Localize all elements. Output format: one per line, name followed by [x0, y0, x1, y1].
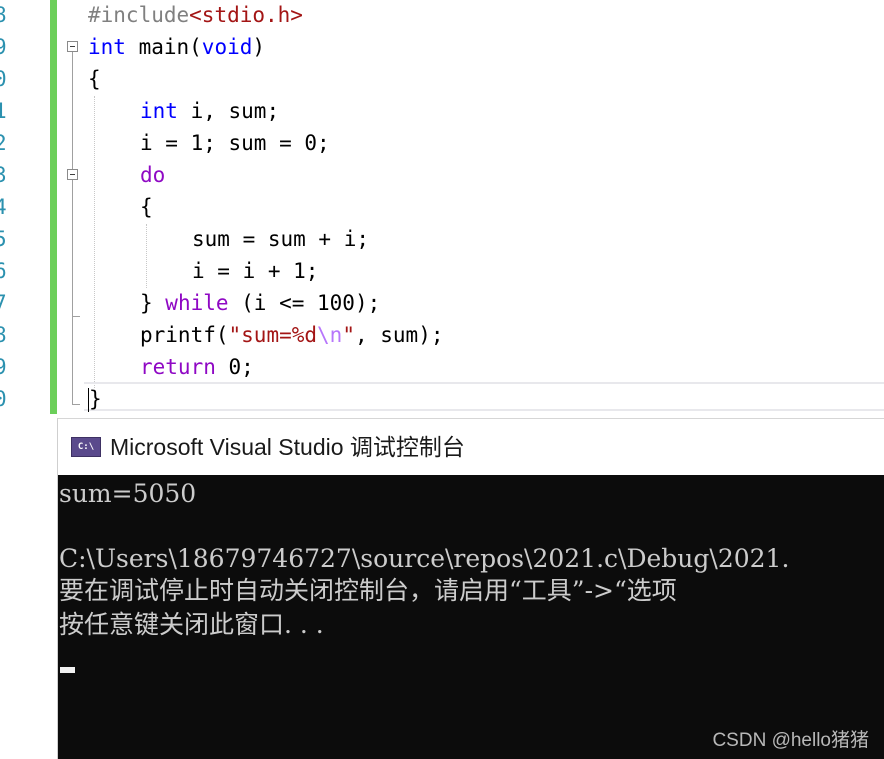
- line-number: 0: [0, 387, 7, 411]
- string-literal: ": [342, 323, 355, 347]
- console-output-line: 按任意键关闭此窗口. . .: [59, 610, 324, 639]
- console-title-bar[interactable]: C:\ Microsoft Visual Studio 调试控制台: [58, 418, 884, 475]
- line-number: 8: [0, 3, 7, 27]
- code-text: i = i + 1;: [192, 259, 319, 283]
- collapse-main-icon[interactable]: [67, 41, 78, 52]
- line-number: 2: [0, 131, 7, 155]
- keyword-int: int: [88, 35, 126, 59]
- code-line-declaration[interactable]: int i, sum;: [140, 95, 279, 127]
- string-literal: "sum=%d: [228, 323, 318, 347]
- keyword-int: int: [140, 99, 178, 123]
- console-app-icon: C:\: [71, 437, 101, 457]
- line-number: 3: [0, 163, 7, 187]
- code-line-open-brace[interactable]: {: [88, 63, 101, 95]
- watermark: CSDN @hello猪猪: [712, 730, 869, 751]
- code-line-init[interactable]: i = 1; sum = 0;: [140, 127, 330, 159]
- code-line-printf[interactable]: printf("sum=%d\n", sum);: [140, 319, 444, 351]
- console-output[interactable]: sum=5050 C:\Users\18679746727\source\rep…: [58, 475, 884, 759]
- console-output-line: sum=5050: [59, 479, 197, 508]
- line-number: 4: [0, 195, 7, 219]
- fold-end-do: [72, 316, 80, 317]
- code-text: i = 1; sum = 0;: [140, 131, 330, 155]
- console-window-title: Microsoft Visual Studio 调试控制台: [110, 434, 465, 460]
- code-text: sum = sum + i;: [192, 227, 370, 251]
- code-line-do-open-brace[interactable]: {: [140, 191, 153, 223]
- screenshot-root: 8 9 0 1 2 3 4 5 6 7 8 9 0 #include<stdio…: [0, 0, 884, 759]
- function-call: printf(: [140, 323, 229, 347]
- code-line-return[interactable]: return 0;: [140, 351, 254, 383]
- code-line-main-signature[interactable]: int main(void): [88, 31, 265, 63]
- keyword-return: return: [140, 355, 216, 379]
- indent-guide: [94, 96, 95, 388]
- keyword-while: while: [165, 291, 229, 315]
- code-editor[interactable]: 8 9 0 1 2 3 4 5 6 7 8 9 0 #include<stdio…: [0, 0, 884, 416]
- escape-sequence: \n: [317, 323, 343, 347]
- console-output-line: 要在调试停止时自动关闭控制台，请启用“工具”->“选项: [59, 576, 677, 605]
- line-number: 7: [0, 291, 7, 315]
- change-tracking-bar: [50, 0, 57, 414]
- code-text: 0;: [215, 355, 254, 379]
- current-line-highlight: [84, 382, 884, 411]
- fold-end-main: [72, 404, 80, 405]
- code-line-increment[interactable]: i = i + 1;: [192, 255, 318, 287]
- code-text: i, sum;: [177, 99, 280, 123]
- line-number: 5: [0, 227, 7, 251]
- preprocessor-directive: #include: [88, 3, 190, 27]
- code-text: (i <= 100);: [228, 291, 381, 315]
- code-text: {: [140, 195, 153, 219]
- code-text: {: [88, 67, 101, 91]
- code-line-do[interactable]: do: [140, 159, 165, 191]
- line-number: 1: [0, 99, 7, 123]
- line-number: 0: [0, 67, 7, 91]
- console-cursor: [60, 667, 75, 673]
- line-number: 9: [0, 355, 7, 379]
- include-header: <stdio.h>: [189, 3, 303, 27]
- keyword-do: do: [140, 163, 166, 187]
- line-number: 6: [0, 259, 7, 283]
- code-line-while[interactable]: } while (i <= 100);: [140, 287, 380, 319]
- code-text: , sum);: [354, 323, 444, 347]
- code-text: main(: [125, 35, 202, 59]
- line-number: 8: [0, 323, 7, 347]
- code-text: }: [89, 387, 102, 411]
- code-line-include[interactable]: #include<stdio.h>: [88, 0, 303, 31]
- debug-console-window[interactable]: C:\ Microsoft Visual Studio 调试控制台 sum=50…: [57, 418, 884, 759]
- keyword-void: void: [201, 35, 253, 59]
- line-number: 9: [0, 35, 7, 59]
- fold-guide-main: [72, 52, 73, 404]
- indent-guide: [146, 224, 147, 288]
- console-output-line: C:\Users\18679746727\source\repos\2021.c…: [59, 544, 790, 573]
- code-text: }: [140, 291, 166, 315]
- code-line-close-brace[interactable]: }: [88, 383, 102, 415]
- code-line-sum-update[interactable]: sum = sum + i;: [192, 223, 369, 255]
- code-text: ): [252, 35, 266, 59]
- collapse-do-icon[interactable]: [67, 169, 78, 180]
